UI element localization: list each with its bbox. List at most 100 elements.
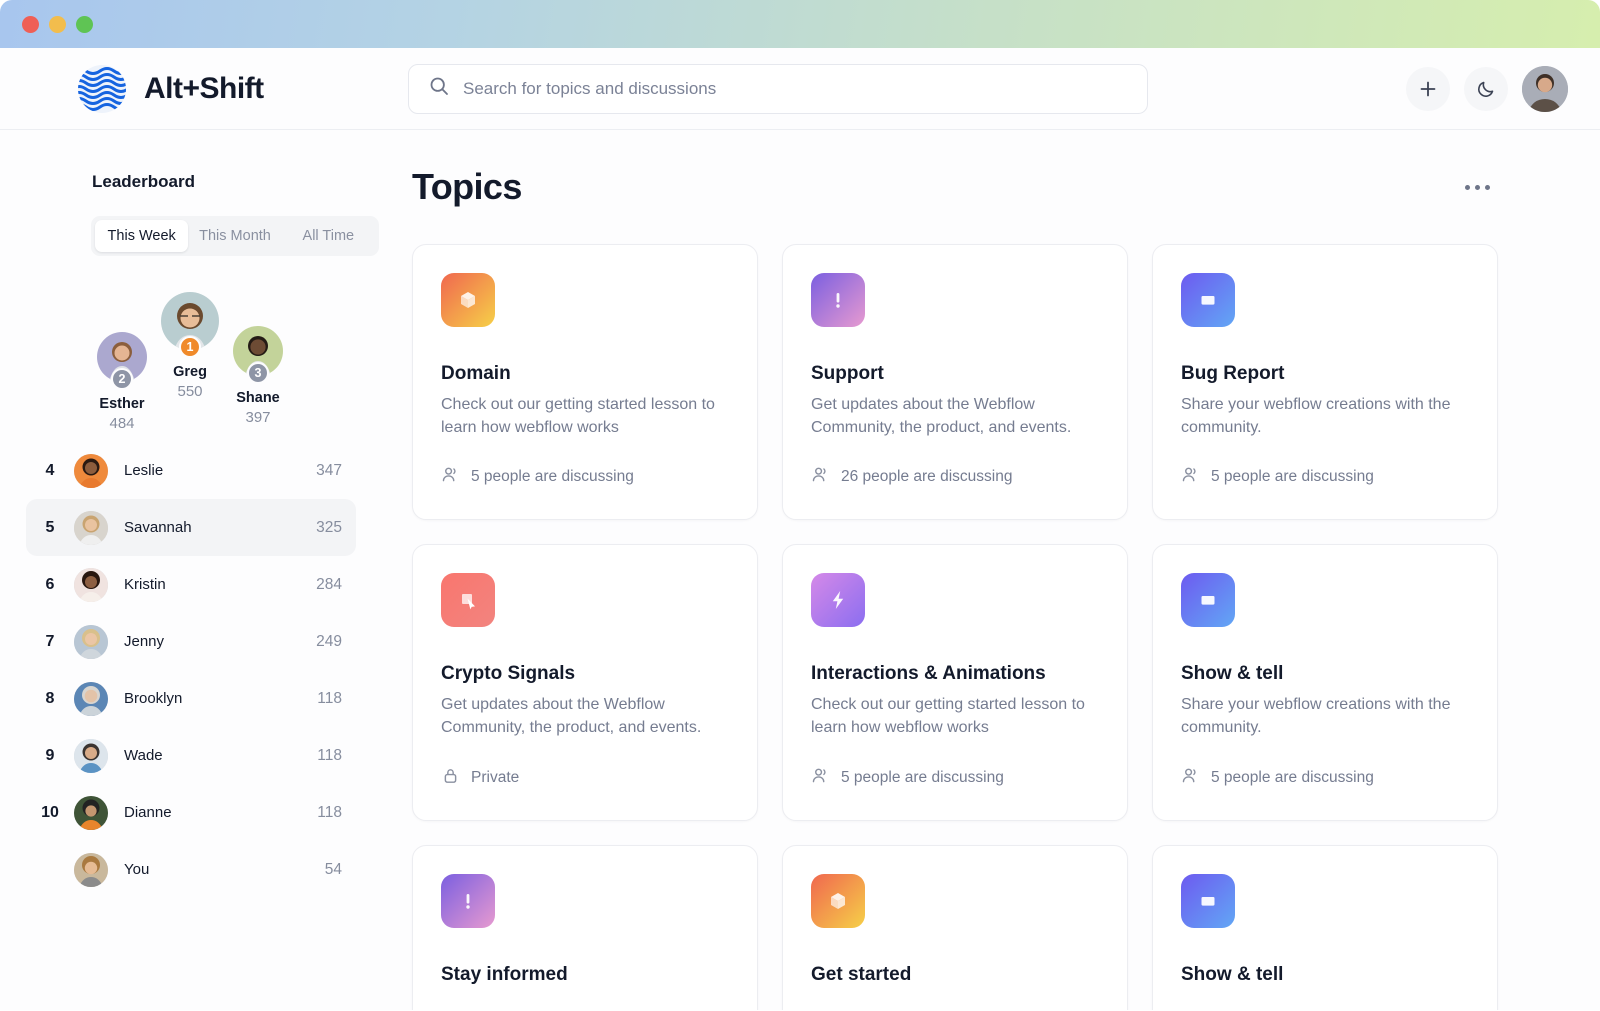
topic-title: Domain	[441, 363, 511, 384]
avatar	[74, 852, 108, 887]
podium-place-3[interactable]: 3 Shane 397	[233, 326, 283, 426]
topic-title: Stay informed	[441, 963, 568, 985]
topic-description: Share your webflow creations with the co…	[1181, 696, 1451, 737]
exclamation-icon	[441, 873, 495, 928]
topic-meta-label: 5 people are discussing	[1211, 468, 1374, 486]
topic-card[interactable]: Support Get updates about the Webflow Co…	[782, 244, 1128, 521]
topic-card[interactable]: Crypto Signals Get updates about the Web…	[412, 544, 758, 821]
list-item[interactable]: You 54	[26, 841, 356, 898]
avatar	[74, 624, 108, 659]
name: Dianne	[124, 804, 172, 821]
topic-title: Crypto Signals	[441, 663, 576, 685]
score: 118	[317, 803, 342, 821]
dark-mode-toggle[interactable]	[1464, 66, 1508, 111]
list-item[interactable]: 9 Wade 118	[26, 727, 356, 784]
people-icon	[811, 766, 830, 790]
search-placeholder: Search for topics and discussions	[463, 78, 717, 98]
user-avatar-button[interactable]	[1522, 65, 1568, 112]
rank: 8	[45, 689, 55, 707]
score: 54	[324, 860, 342, 878]
score: 347	[316, 461, 342, 479]
tab-all-time[interactable]: All Time	[282, 220, 375, 252]
rank: 5	[45, 518, 55, 536]
podium-place-1[interactable]: 1 Greg 550	[161, 292, 219, 400]
topic-meta-label: 5 people are discussing	[841, 768, 1004, 786]
score: 118	[317, 746, 342, 764]
podium-score: 484	[109, 415, 135, 432]
rank-badge: 3	[247, 362, 269, 384]
topic-card[interactable]: Interactions & Animations Check out our …	[782, 544, 1128, 821]
exclamation-icon	[811, 273, 865, 327]
zoom-button[interactable]	[76, 15, 93, 33]
avatar: 2	[97, 332, 147, 390]
topic-description: Check out our getting started lesson to …	[441, 396, 715, 436]
topic-card[interactable]: Get started	[782, 844, 1128, 1010]
list-item[interactable]: 10 Dianne 118	[26, 784, 356, 841]
rank: 6	[45, 575, 55, 593]
topic-meta-label: 26 people are discussing	[841, 468, 1013, 486]
tab-this-week[interactable]: This Week	[95, 220, 189, 252]
score: 284	[316, 575, 342, 593]
cube-icon	[441, 273, 495, 327]
leaderboard-list: 4 Leslie 347 5 Savannah 325 6 Kristin 28…	[0, 442, 380, 898]
brand[interactable]: Alt+Shift	[76, 63, 408, 115]
content-area: Leaderboard This Week This Month All Tim…	[0, 130, 1600, 1010]
topic-card[interactable]: Domain Check out our getting started les…	[412, 244, 758, 521]
topic-title: Interactions & Animations	[811, 663, 1046, 685]
podium-name: Shane	[236, 390, 280, 406]
topic-card[interactable]: Show & tell Share your webflow creations…	[1152, 544, 1498, 821]
search-icon	[429, 76, 449, 101]
topic-meta-label: 5 people are discussing	[471, 468, 634, 486]
name: You	[124, 861, 150, 878]
leaderboard-podium: 2 Esther 484 1 Greg 550 3 Shane 397	[0, 292, 380, 432]
list-item[interactable]: 4 Leslie 347	[26, 442, 356, 499]
podium-place-2[interactable]: 2 Esther 484	[97, 332, 147, 432]
name: Kristin	[124, 576, 166, 593]
rank: 10	[41, 803, 59, 821]
name: Jenny	[124, 633, 165, 650]
name: Leslie	[124, 462, 164, 479]
lightning-icon	[811, 573, 865, 628]
close-button[interactable]	[22, 15, 39, 33]
topic-card[interactable]: Show & tell	[1152, 844, 1498, 1010]
list-item[interactable]: 8 Brooklyn 118	[26, 670, 356, 727]
brand-name: Alt+Shift	[144, 71, 264, 105]
window-icon	[1181, 573, 1235, 628]
tab-this-month[interactable]: This Month	[188, 220, 281, 252]
minimize-button[interactable]	[49, 15, 66, 33]
topic-card[interactable]: Bug Report Share your webflow creations …	[1152, 244, 1498, 521]
people-icon	[441, 465, 460, 489]
search-input[interactable]: Search for topics and discussions	[408, 63, 1148, 114]
avatar	[74, 567, 108, 602]
leaderboard-range-tabs: This Week This Month All Time	[91, 216, 379, 256]
people-icon	[1181, 465, 1200, 489]
avatar: 1	[161, 292, 219, 358]
topic-meta: 5 people are discussing	[1181, 465, 1469, 489]
name: Brooklyn	[124, 690, 183, 707]
topic-meta: Private	[441, 766, 729, 790]
topic-title: Bug Report	[1181, 363, 1285, 384]
list-item[interactable]: 7 Jenny 249	[26, 613, 356, 670]
create-button[interactable]	[1406, 66, 1450, 111]
page-title: Topics	[412, 166, 522, 207]
app-header: Alt+Shift Search for topics and discussi…	[0, 48, 1600, 130]
name: Savannah	[124, 519, 192, 536]
podium-score: 397	[245, 409, 271, 426]
window-icon	[1181, 273, 1235, 327]
topic-title: Support	[811, 363, 884, 384]
avatar	[74, 738, 108, 773]
score: 249	[316, 632, 342, 650]
avatar: 3	[233, 326, 283, 384]
topic-meta: 5 people are discussing	[441, 465, 729, 489]
topics-grid: Domain Check out our getting started les…	[412, 244, 1498, 1010]
topic-meta: 5 people are discussing	[1181, 766, 1469, 790]
topic-meta: 26 people are discussing	[811, 465, 1099, 489]
people-icon	[811, 465, 830, 489]
avatar	[74, 681, 108, 716]
more-options-icon[interactable]	[1457, 177, 1498, 198]
topic-card[interactable]: Stay informed	[412, 844, 758, 1010]
list-item[interactable]: 5 Savannah 325	[26, 499, 356, 556]
list-item[interactable]: 6 Kristin 284	[26, 556, 356, 613]
topic-title: Show & tell	[1181, 663, 1284, 685]
main-header: Topics	[412, 166, 1498, 208]
